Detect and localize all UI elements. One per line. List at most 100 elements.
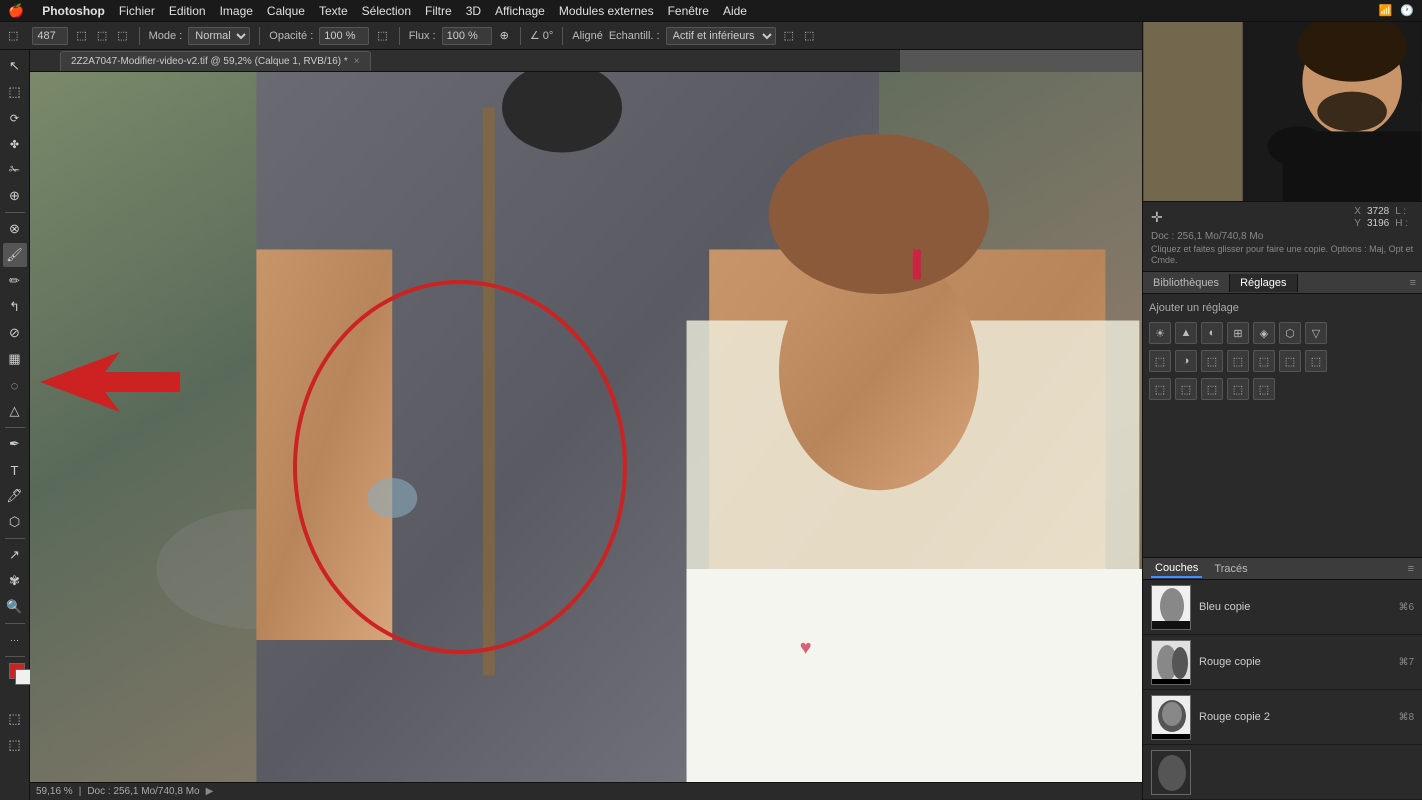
quick-mask-btn[interactable]: ⬚ xyxy=(3,707,27,731)
screen-mode-btn[interactable]: ⬚ xyxy=(3,733,27,757)
channel-extra[interactable] xyxy=(1143,745,1422,800)
couches-menu-btn[interactable]: ≡ xyxy=(1408,563,1414,575)
menu-fichier[interactable]: Fichier xyxy=(119,4,155,18)
adj-posterize-btn[interactable]: ⬚ xyxy=(1305,350,1327,372)
menu-aide[interactable]: Aide xyxy=(723,4,747,18)
menu-calque[interactable]: Calque xyxy=(267,4,305,18)
adj-curves-btn[interactable]: ◐ xyxy=(1201,322,1223,344)
opacity-btn[interactable]: ⬚ xyxy=(375,29,389,42)
channel-thumb-bleu xyxy=(1151,585,1191,630)
menu-fenetre[interactable]: Fenêtre xyxy=(668,4,709,18)
menu-edition[interactable]: Edition xyxy=(169,4,206,18)
adj-gradient-btn[interactable]: ⬚ xyxy=(1175,378,1197,400)
adj-photo-btn[interactable]: ⬚ xyxy=(1201,350,1223,372)
channel-rouge-copie[interactable]: Rouge copie ⌘7 xyxy=(1143,635,1422,690)
adj-extra-btn[interactable]: ⬚ xyxy=(1253,378,1275,400)
path-select-btn[interactable]: 🖊 xyxy=(3,484,27,508)
adj-bw-btn[interactable]: ◑ xyxy=(1175,350,1197,372)
airbrush-btn[interactable]: ⊕ xyxy=(498,29,511,42)
menu-filtre[interactable]: Filtre xyxy=(425,4,452,18)
opacity-label: Opacité : xyxy=(269,30,313,42)
adj-exposure-btn[interactable]: ⊞ xyxy=(1227,322,1249,344)
adj-selective-btn[interactable]: ⬚ xyxy=(1201,378,1223,400)
eyedropper-tool-btn[interactable]: ⊕ xyxy=(3,184,27,208)
brush-tool-btn[interactable]: 🖌 xyxy=(3,243,27,267)
adj-invert-btn[interactable]: ⬚ xyxy=(1279,350,1301,372)
channel-rouge-copie2[interactable]: Rouge copie 2 ⌘8 xyxy=(1143,690,1422,745)
prop-move-btn[interactable]: ✛ xyxy=(1151,206,1163,229)
reglages-icons-row2: ⬚ ◑ ⬚ ⬚ ⬚ ⬚ ⬚ xyxy=(1149,350,1416,372)
extra-opt-btn2[interactable]: ⬚ xyxy=(802,29,816,42)
shape-tool-btn[interactable]: ⬡ xyxy=(3,510,27,534)
brush-angle-btn[interactable]: ⬚ xyxy=(115,29,129,42)
brush-settings-btn[interactable]: ⬚ xyxy=(74,29,88,42)
channel-name-bleu: Bleu copie xyxy=(1199,601,1390,613)
extra-tools-btn[interactable]: ··· xyxy=(3,628,27,652)
eraser-tool-btn[interactable]: ⊘ xyxy=(3,321,27,345)
dodge-tool-btn[interactable]: △ xyxy=(3,399,27,423)
blur-tool-btn[interactable]: ◌ xyxy=(3,373,27,397)
zoom-tool-btn[interactable]: 🔍 xyxy=(3,595,27,619)
opacity-input[interactable] xyxy=(319,27,369,45)
tool-preset-btn[interactable]: ⬚ xyxy=(6,29,20,42)
adj-threshold-btn[interactable]: ⬚ xyxy=(1149,378,1171,400)
adj-brightness-btn[interactable]: ☀ xyxy=(1149,322,1171,344)
menu-photoshop[interactable]: Photoshop xyxy=(42,4,105,18)
menu-texte[interactable]: Texte xyxy=(319,4,348,18)
menu-modules[interactable]: Modules externes xyxy=(559,4,654,18)
menu-3d[interactable]: 3D xyxy=(466,4,481,18)
flux-input[interactable] xyxy=(442,27,492,45)
couches-tab-btn[interactable]: Couches xyxy=(1151,560,1202,578)
marquee-tool-btn[interactable]: ⬚ xyxy=(3,80,27,104)
history-brush-btn[interactable]: ↰ xyxy=(3,295,27,319)
traces-tab-btn[interactable]: Tracés xyxy=(1210,561,1251,577)
adj-tabs-menu-btn[interactable]: ≡ xyxy=(1404,277,1422,289)
echantillon-select[interactable]: Actif et inférieurs xyxy=(666,27,776,45)
blend-mode-select[interactable]: Normal xyxy=(188,27,250,45)
menu-image[interactable]: Image xyxy=(220,4,253,18)
adj-color-btn[interactable]: ▽ xyxy=(1305,322,1327,344)
move-tool-btn[interactable]: ↖ xyxy=(3,54,27,78)
couches-panel: Couches Tracés ≡ Bleu copie ⌘6 xyxy=(1143,557,1422,800)
adj-shadows-btn[interactable]: ⬚ xyxy=(1227,378,1249,400)
photo-canvas-container[interactable]: ♥ xyxy=(30,72,1162,782)
lasso-tool-btn[interactable]: ⟳ xyxy=(3,106,27,130)
adj-colorbal-btn[interactable]: ⬚ xyxy=(1149,350,1171,372)
adj-colorlook-btn[interactable]: ⬚ xyxy=(1253,350,1275,372)
channel-bleu-copie[interactable]: Bleu copie ⌘6 xyxy=(1143,580,1422,635)
reglages-subtitle: Ajouter un réglage xyxy=(1149,302,1416,314)
tab-bibliotheques[interactable]: Bibliothèques xyxy=(1143,274,1230,292)
rotate-view-btn[interactable]: ✾ xyxy=(3,569,27,593)
foreground-color-btn[interactable] xyxy=(3,661,27,685)
document-tab[interactable]: 2Z2A7047-Modifier-video-v2.tif @ 59,2% (… xyxy=(60,51,371,71)
brush-extra-btn[interactable]: ⬚ xyxy=(95,29,109,42)
reglages-icons-row3: ⬚ ⬚ ⬚ ⬚ ⬚ xyxy=(1149,378,1416,400)
healing-brush-btn[interactable]: ⊗ xyxy=(3,217,27,241)
apple-icon[interactable]: 🍎 xyxy=(8,3,24,19)
status-arrow[interactable]: ▶ xyxy=(206,786,214,797)
text-tool-btn[interactable]: T xyxy=(3,458,27,482)
adj-levels-btn[interactable]: ▲ xyxy=(1175,322,1197,344)
adj-hue-btn[interactable]: ⬡ xyxy=(1279,322,1301,344)
crop-tool-btn[interactable]: ✁ xyxy=(3,158,27,182)
menu-affichage[interactable]: Affichage xyxy=(495,4,545,18)
pen-tool-btn[interactable]: ✒ xyxy=(3,432,27,456)
doc-info-props: Doc : 256,1 Mo/740,8 Mo xyxy=(1151,231,1414,242)
object-select-btn[interactable]: ✤ xyxy=(3,132,27,156)
tab-close-btn[interactable]: × xyxy=(354,56,360,67)
adj-vibrance-btn[interactable]: ◈ xyxy=(1253,322,1275,344)
adj-channelmix-btn[interactable]: ⬚ xyxy=(1227,350,1249,372)
channel-name-rouge: Rouge copie xyxy=(1199,656,1390,668)
tooltip-text: Cliquez et faites glisser pour faire une… xyxy=(1151,244,1414,266)
extra-opt-btn1[interactable]: ⬚ xyxy=(782,29,796,42)
gradient-tool-btn[interactable]: ▦ xyxy=(3,347,27,371)
clone-stamp-btn[interactable]: ✏ xyxy=(3,269,27,293)
tab-reglages[interactable]: Réglages xyxy=(1230,274,1297,292)
canvas-area[interactable]: 2Z2A7047-Modifier-video-v2.tif @ 59,2% (… xyxy=(30,50,1162,800)
brush-size-input[interactable] xyxy=(32,27,68,45)
wifi-icon: 📶 xyxy=(1379,4,1393,17)
hand-tool-btn[interactable]: ↗ xyxy=(3,543,27,567)
angle-display: ∠ 0° xyxy=(530,29,553,42)
menu-selection[interactable]: Sélection xyxy=(362,4,411,18)
menu-right-icons: 📶 🕐 xyxy=(1379,4,1414,17)
